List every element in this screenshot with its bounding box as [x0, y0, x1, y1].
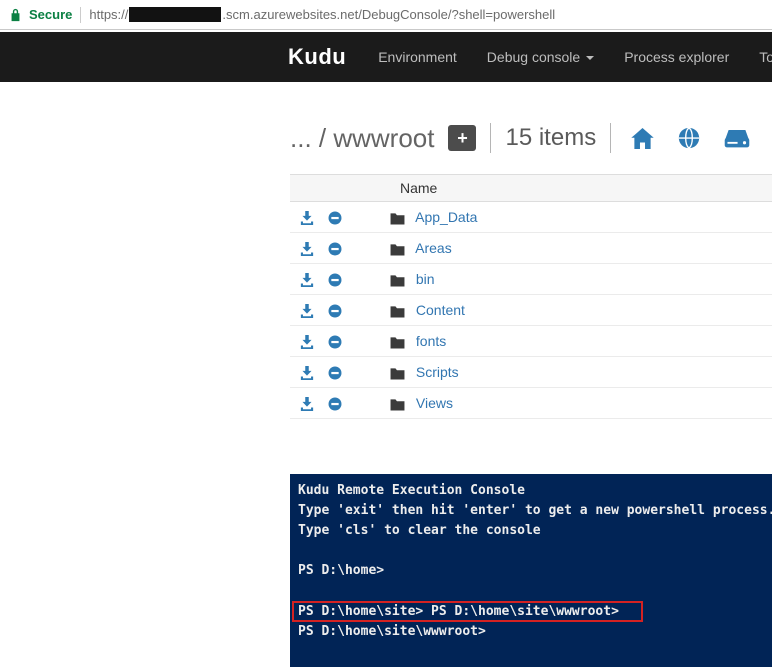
console-line: Kudu Remote Execution Console	[298, 483, 525, 498]
nav-label: Debug console	[486, 49, 581, 65]
nav-debug-console[interactable]: Debug console	[486, 49, 595, 65]
folder-icon	[390, 240, 405, 256]
toolbar-divider	[610, 123, 612, 153]
home-icon[interactable]	[631, 127, 654, 149]
table-header-row: Name	[290, 174, 772, 202]
console-line: PS D:\home\site> PS D:\home\site\wwwroot…	[292, 601, 772, 622]
url-text[interactable]: https:// .scm.azurewebsites.net/DebugCon…	[89, 7, 555, 22]
folder-link[interactable]: bin	[416, 271, 435, 287]
table-row: fonts	[290, 325, 772, 357]
download-icon[interactable]	[300, 364, 314, 381]
address-bar-divider	[80, 6, 82, 23]
new-item-button[interactable]: +	[448, 125, 477, 151]
download-icon[interactable]	[300, 395, 314, 412]
minus-circle-icon[interactable]	[328, 364, 342, 380]
folder-link[interactable]: App_Data	[415, 209, 477, 225]
table-row: Content	[290, 294, 772, 326]
table-row: Scripts	[290, 356, 772, 388]
console-line: PS D:\home>	[298, 563, 385, 578]
lock-icon[interactable]	[10, 8, 21, 22]
minus-circle-icon[interactable]	[328, 271, 342, 287]
minus-circle-icon[interactable]	[328, 209, 342, 225]
minus-circle-icon[interactable]	[328, 302, 342, 318]
minus-circle-icon[interactable]	[328, 395, 342, 411]
download-icon[interactable]	[300, 271, 314, 288]
folder-icon	[390, 271, 405, 287]
browser-address-bar[interactable]: Secure https:// .scm.azurewebsites.net/D…	[0, 0, 772, 30]
nav-process-explorer[interactable]: Process explorer	[624, 49, 729, 65]
highlighted-command: PS D:\home\site> PS D:\home\site\wwwroot…	[292, 601, 643, 622]
top-navbar: Kudu Environment Debug console Process e…	[0, 32, 772, 82]
folder-icon	[390, 333, 405, 349]
security-label: Secure	[29, 7, 73, 22]
nav-tools[interactable]: Tools	[759, 49, 772, 65]
console-line: Type 'cls' to clear the console	[298, 523, 541, 538]
column-header-actions	[290, 174, 390, 202]
powershell-console[interactable]: Kudu Remote Execution Console Type 'exit…	[290, 474, 772, 667]
console-line: PS D:\home\site\wwwroot>	[298, 624, 486, 639]
url-path: .scm.azurewebsites.net/DebugConsole/?she…	[222, 7, 556, 22]
download-icon[interactable]	[300, 302, 314, 319]
nav-label: Tools	[759, 49, 772, 65]
caret-down-icon	[586, 56, 595, 61]
folder-icon	[390, 395, 405, 411]
table-row: bin	[290, 263, 772, 295]
download-icon[interactable]	[300, 240, 314, 257]
table-row: Areas	[290, 232, 772, 264]
folder-link[interactable]: Scripts	[416, 364, 459, 380]
column-header-name: Name	[390, 174, 772, 202]
folder-icon	[390, 364, 405, 380]
drive-icon[interactable]	[724, 127, 750, 149]
table-row: Views	[290, 387, 772, 419]
minus-circle-icon[interactable]	[328, 240, 342, 256]
toolbar-divider	[490, 123, 492, 153]
globe-icon[interactable]	[678, 127, 700, 149]
toolbar-icons	[631, 127, 750, 149]
table-row: App_Data	[290, 201, 772, 233]
item-count: 15 items	[505, 124, 597, 151]
folder-icon	[390, 302, 405, 318]
file-table: Name App_Data Areas bin Content fonts Sc…	[290, 174, 772, 419]
download-icon[interactable]	[300, 209, 314, 226]
folder-icon	[390, 209, 405, 225]
main-content: ... / wwwroot + 15 items Name App_Data A…	[290, 118, 772, 667]
console-line: Type 'exit' then hit 'enter' to get a ne…	[298, 503, 772, 518]
folder-link[interactable]: Views	[416, 395, 453, 411]
minus-circle-icon[interactable]	[328, 333, 342, 349]
folder-link[interactable]: fonts	[416, 333, 446, 349]
folder-link[interactable]: Areas	[415, 240, 452, 256]
redacted-host	[129, 7, 222, 22]
file-toolbar: ... / wwwroot + 15 items	[290, 118, 772, 158]
download-icon[interactable]	[300, 333, 314, 350]
breadcrumb[interactable]: ... / wwwroot	[290, 123, 434, 154]
kudu-brand[interactable]: Kudu	[288, 44, 346, 70]
nav-environment[interactable]: Environment	[378, 49, 457, 65]
folder-link[interactable]: Content	[416, 302, 465, 318]
url-scheme: https://	[89, 7, 129, 22]
